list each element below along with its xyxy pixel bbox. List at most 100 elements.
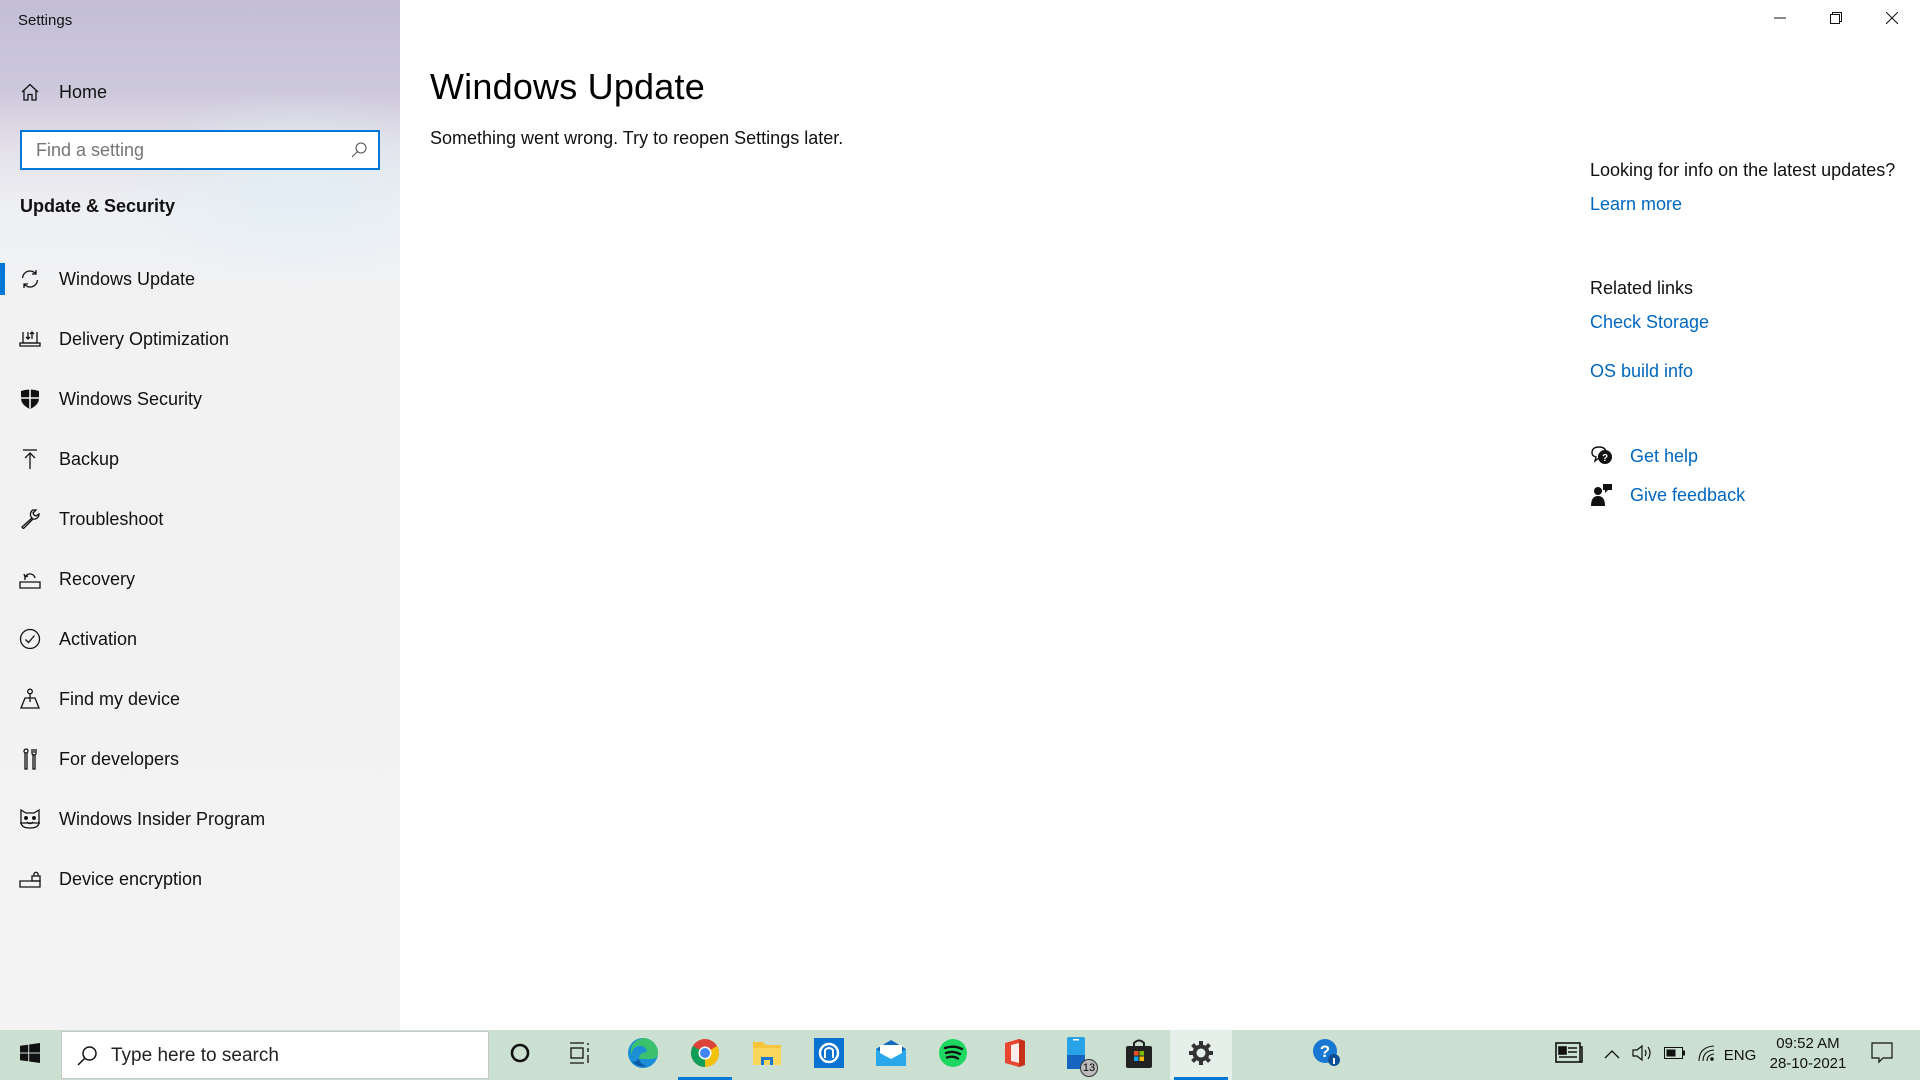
learn-more-link[interactable]: Learn more [1590, 194, 1682, 215]
notification-icon [1871, 1041, 1893, 1069]
close-button[interactable] [1864, 0, 1920, 40]
sidebar-item-label: Windows Insider Program [59, 809, 266, 829]
page-title: Windows Update [430, 66, 705, 107]
sidebar-item-label: Windows Update [59, 269, 196, 289]
folder-icon [752, 1039, 782, 1072]
windows-logo-icon [20, 1042, 40, 1068]
find-setting-search[interactable] [20, 130, 380, 170]
sidebar-item-windows-update[interactable]: Windows Update [0, 261, 400, 321]
office-icon [1002, 1038, 1028, 1073]
your-phone-button[interactable]: 13 [1046, 1030, 1108, 1080]
mail-icon [875, 1039, 907, 1072]
app-title: Settings [18, 12, 73, 29]
home-label: Home [59, 81, 108, 102]
volume-button[interactable] [1628, 1030, 1658, 1080]
search-icon[interactable] [350, 141, 368, 159]
sidebar-item-label: Windows Security [59, 389, 203, 409]
sidebar-item-windows-insider-program[interactable]: Windows Insider Program [0, 801, 400, 861]
settings-button[interactable] [1170, 1030, 1232, 1080]
edge-button[interactable] [612, 1030, 674, 1080]
battery-icon [1664, 1046, 1686, 1064]
spotify-icon [938, 1038, 968, 1073]
sidebar-item-label: Activation [59, 629, 138, 649]
sidebar-item-for-developers[interactable]: For developers [0, 741, 400, 801]
sidebar-item-device-encryption[interactable]: Device encryption [0, 861, 400, 921]
gear-icon [1188, 1040, 1214, 1071]
sidebar-item-recovery[interactable]: Recovery [0, 561, 400, 621]
check-circle-icon [19, 628, 41, 650]
cortana-circle-icon [509, 1042, 531, 1069]
sidebar-item-windows-security[interactable]: Windows Security [0, 381, 400, 441]
office-button[interactable] [984, 1030, 1046, 1080]
sidebar-item-label: Delivery Optimization [59, 329, 230, 349]
language-indicator: ENG [1723, 1046, 1757, 1064]
sync-icon [19, 268, 41, 290]
chrome-icon [690, 1038, 720, 1073]
window-controls [1752, 0, 1920, 40]
sidebar-item-backup[interactable]: Backup [0, 441, 400, 501]
task-view-button[interactable] [549, 1030, 611, 1080]
recovery-icon [19, 568, 41, 590]
file-explorer-button[interactable] [736, 1030, 798, 1080]
notification-badge: 13 [1080, 1059, 1098, 1077]
input-language-button[interactable]: ENG [1722, 1030, 1758, 1080]
clock-time: 09:52 AM [1776, 1035, 1840, 1052]
error-message: Something went wrong. Try to reopen Sett… [430, 128, 844, 148]
home-icon [20, 82, 40, 102]
sidebar: Settings Home Update & Security Windows [0, 0, 400, 1030]
cortana-button[interactable] [489, 1030, 551, 1080]
check-storage-link[interactable]: Check Storage [1590, 312, 1709, 333]
wrench-icon [19, 508, 41, 530]
sidebar-item-label: Recovery [59, 569, 136, 589]
insider-cat-icon [19, 808, 41, 830]
sidebar-item-label: Device encryption [59, 869, 203, 889]
news-icon [1555, 1041, 1583, 1069]
get-help-row[interactable]: ? Get help [1590, 444, 1698, 468]
minimize-icon [1774, 11, 1786, 29]
find-device-icon [19, 688, 41, 710]
news-widget-button[interactable] [1547, 1030, 1591, 1080]
store-button[interactable] [1108, 1030, 1170, 1080]
clock[interactable]: 09:52 AM 28-10-2021 [1762, 1034, 1854, 1074]
get-help-link[interactable]: Get help [1630, 446, 1698, 467]
find-setting-input[interactable] [22, 132, 342, 168]
backup-arrow-icon [19, 448, 41, 470]
task-view-icon [568, 1041, 592, 1070]
developer-tools-icon [19, 748, 41, 770]
delivery-optimization-icon [19, 328, 41, 350]
sidebar-item-activation[interactable]: Activation [0, 621, 400, 681]
action-center-button[interactable] [1862, 1030, 1902, 1080]
network-button[interactable] [1692, 1030, 1722, 1080]
battery-button[interactable] [1660, 1030, 1690, 1080]
chrome-button[interactable] [674, 1030, 736, 1080]
give-feedback-link[interactable]: Give feedback [1630, 485, 1745, 506]
taskbar-search-box[interactable]: Type here to search [61, 1031, 489, 1079]
get-help-icon: ? [1590, 444, 1614, 468]
home-button[interactable]: Home [0, 72, 400, 112]
show-hidden-icons-button[interactable] [1598, 1030, 1626, 1080]
blue-app-button[interactable] [798, 1030, 860, 1080]
section-title: Update & Security [20, 196, 176, 216]
clock-date: 28-10-2021 [1769, 1055, 1847, 1072]
sidebar-item-label: Find my device [59, 689, 181, 709]
start-button[interactable] [0, 1030, 60, 1080]
get-help-app-button[interactable]: ? [1296, 1030, 1358, 1080]
sidebar-item-delivery-optimization[interactable]: Delivery Optimization [0, 321, 400, 381]
restore-icon [1830, 11, 1842, 29]
wifi-icon [1697, 1044, 1717, 1067]
sidebar-item-troubleshoot[interactable]: Troubleshoot [0, 501, 400, 561]
mail-button[interactable] [860, 1030, 922, 1080]
sidebar-nav: Windows Update Delivery Optimization Win… [0, 261, 400, 921]
minimize-button[interactable] [1752, 0, 1808, 40]
store-icon [1125, 1038, 1153, 1073]
shield-icon [19, 388, 41, 410]
related-links-heading: Related links [1590, 278, 1694, 298]
sidebar-item-find-my-device[interactable]: Find my device [0, 681, 400, 741]
taskbar: Type here to search 13 ? ENG 09:52 AM 28… [0, 1030, 1920, 1080]
sidebar-item-label: Backup [59, 449, 120, 469]
give-feedback-row[interactable]: Give feedback [1590, 483, 1745, 507]
edge-icon [627, 1037, 659, 1074]
restore-button[interactable] [1808, 0, 1864, 40]
os-build-info-link[interactable]: OS build info [1590, 361, 1693, 382]
spotify-button[interactable] [922, 1030, 984, 1080]
